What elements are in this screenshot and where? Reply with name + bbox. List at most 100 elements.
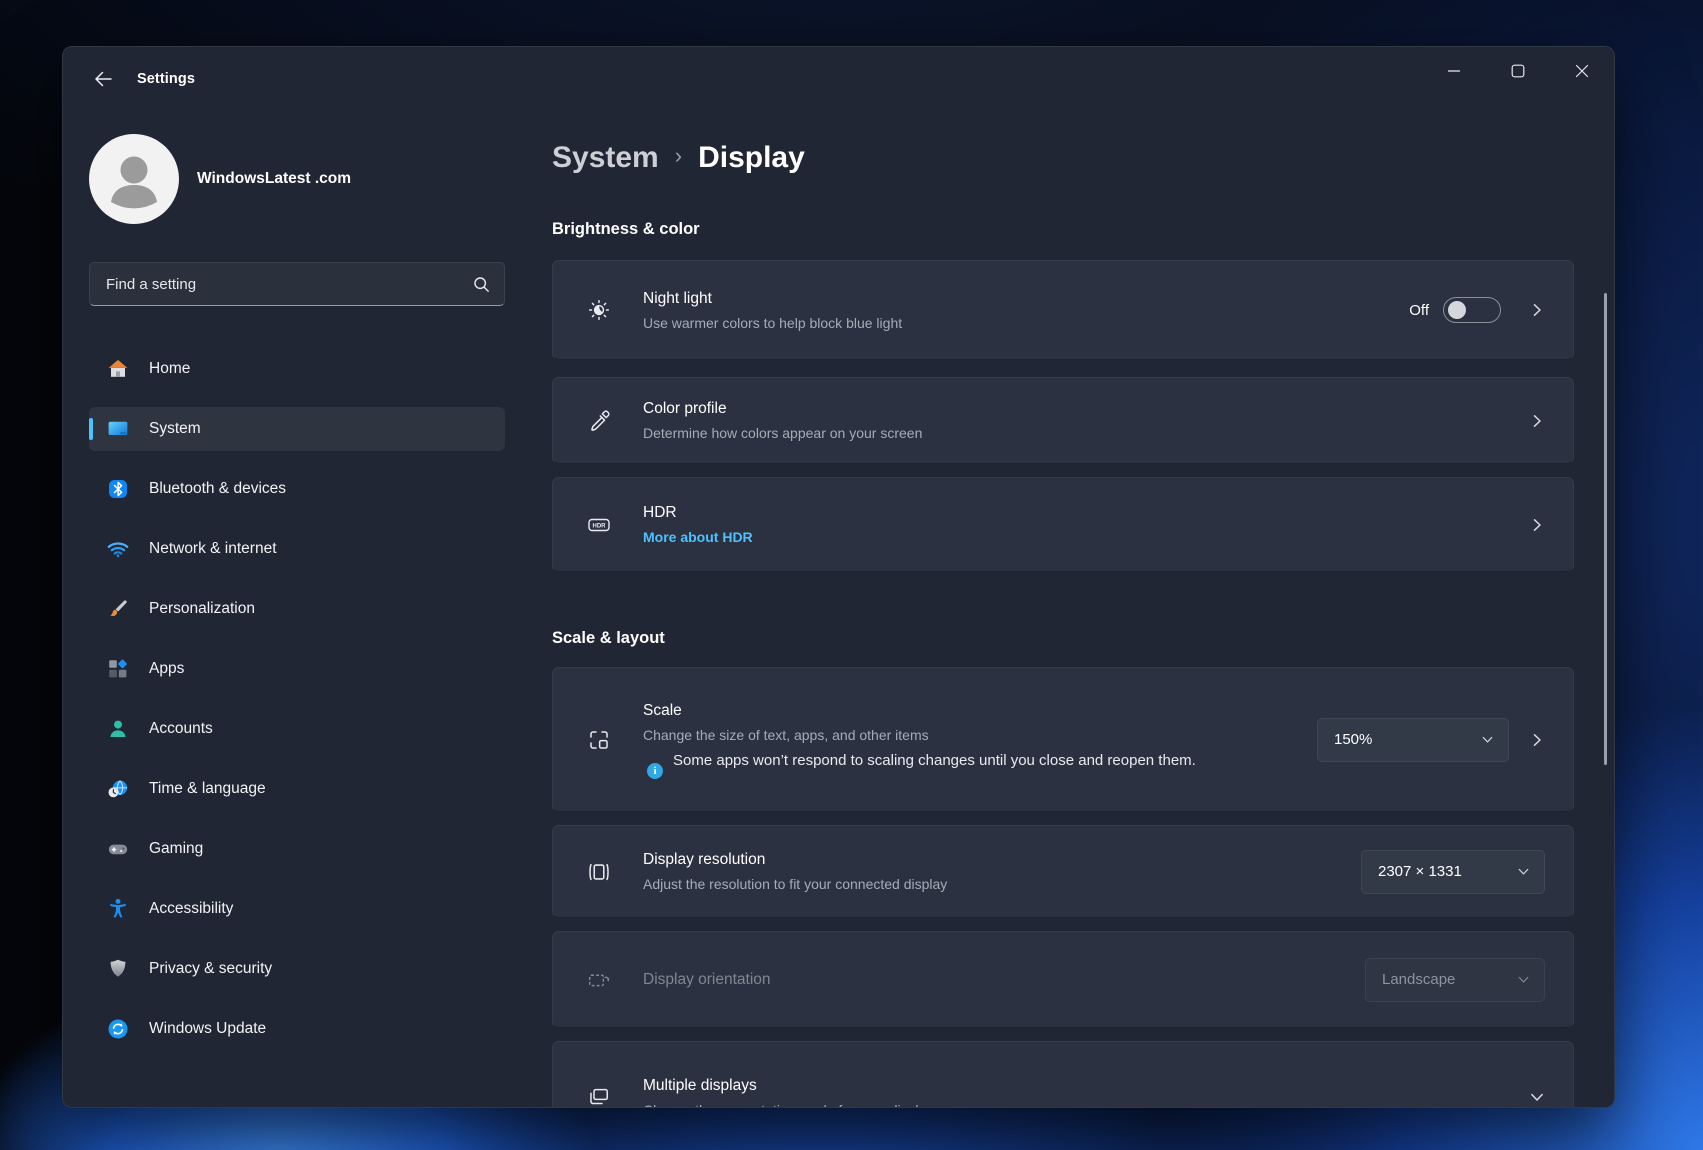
night-light-state: Off [1409, 302, 1429, 319]
color-profile-subtitle: Determine how colors appear on your scre… [643, 423, 1501, 443]
user-name: WindowsLatest .com [197, 170, 351, 188]
sidebar-item-time-language[interactable]: Time & language [89, 767, 505, 811]
sidebar-item-apps[interactable]: Apps [89, 647, 505, 691]
avatar [89, 134, 179, 224]
page-title: Display [698, 136, 805, 180]
settings-window: Settings WindowsLatest .com [62, 46, 1615, 1108]
multiple-displays-row[interactable]: Multiple displays Choose the presentatio… [552, 1041, 1574, 1108]
display-resolution-text: Display resolution Adjust the resolution… [643, 849, 1361, 894]
home-icon [105, 356, 131, 382]
chevron-down-icon [1529, 1089, 1545, 1105]
display-resolution-dropdown[interactable]: 2307 × 1331 [1361, 850, 1545, 894]
display-orientation-value: Landscape [1382, 971, 1455, 988]
minimize-button[interactable] [1422, 47, 1486, 95]
maximize-button[interactable] [1486, 47, 1550, 95]
scale-row[interactable]: Scale Change the size of text, apps, and… [552, 667, 1574, 812]
display-resolution-icon [581, 859, 617, 885]
multiple-displays-controls [1501, 1089, 1545, 1105]
chevron-right-icon [1529, 517, 1545, 533]
display-resolution-title: Display resolution [643, 849, 1361, 870]
scrollbar[interactable] [1604, 293, 1607, 765]
sidebar-item-bluetooth-devices[interactable]: Bluetooth & devices [89, 467, 505, 511]
night-light-row[interactable]: Night light Use warmer colors to help bl… [552, 260, 1574, 360]
chevron-right-icon [1529, 413, 1545, 429]
hdr-badge-text: HDR [593, 523, 607, 529]
user-account[interactable]: WindowsLatest .com [89, 134, 507, 224]
display-resolution-subtitle: Adjust the resolution to fit your connec… [643, 874, 1361, 894]
sidebar-item-label: Privacy & security [149, 960, 272, 978]
color-profile-text: Color profile Determine how colors appea… [643, 398, 1501, 443]
system-icon [105, 416, 131, 442]
sidebar-item-label: Gaming [149, 840, 203, 858]
scale-text: Scale Change the size of text, apps, and… [643, 700, 1317, 779]
titlebar: Settings [63, 47, 1614, 111]
sidebar-item-privacy-security[interactable]: Privacy & security [89, 947, 505, 991]
night-light-title: Night light [643, 288, 1409, 309]
sidebar-item-accessibility[interactable]: Accessibility [89, 887, 505, 931]
sidebar-item-personalization[interactable]: Personalization [89, 587, 505, 631]
sidebar-item-gaming[interactable]: Gaming [89, 827, 505, 871]
sidebar-item-home[interactable]: Home [89, 347, 505, 391]
chevron-down-icon [1517, 865, 1530, 878]
scale-subtitle: Change the size of text, apps, and other… [643, 725, 1317, 745]
hdr-title: HDR [643, 502, 1501, 523]
night-light-controls: Off [1409, 297, 1545, 323]
display-orientation-text: Display orientation [643, 969, 1365, 990]
hdr-text: HDR More about HDR [643, 502, 1501, 547]
night-light-text: Night light Use warmer colors to help bl… [643, 288, 1409, 333]
breadcrumb-system[interactable]: System [552, 136, 659, 180]
more-about-hdr-link[interactable]: More about HDR [643, 527, 753, 547]
wifi-icon [105, 536, 131, 562]
sidebar-item-label: Time & language [149, 780, 266, 798]
hdr-row[interactable]: HDR HDR More about HDR [552, 477, 1574, 572]
sidebar-item-windows-update[interactable]: Windows Update [89, 1007, 505, 1051]
display-resolution-row[interactable]: Display resolution Adjust the resolution… [552, 825, 1574, 918]
back-button[interactable] [85, 61, 121, 97]
paintbrush-icon [105, 596, 131, 622]
shield-icon [105, 956, 131, 982]
display-orientation-dropdown: Landscape [1365, 958, 1545, 1002]
windows-update-icon [105, 1016, 131, 1042]
section-scale-layout: Scale & layout [552, 628, 1572, 648]
multiple-displays-subtitle: Choose the presentation mode for your di… [643, 1100, 1501, 1109]
scale-note: i Some apps won’t respond to scaling cha… [643, 750, 1317, 779]
sidebar-item-accounts[interactable]: Accounts [89, 707, 505, 751]
caption-buttons [1422, 47, 1614, 95]
section-brightness-color: Brightness & color [552, 219, 1572, 239]
close-button[interactable] [1550, 47, 1614, 95]
close-icon [1575, 64, 1589, 78]
night-light-icon [581, 297, 617, 323]
scale-dropdown[interactable]: 150% [1317, 718, 1509, 762]
main-content: System › Display Brightness & color Nigh… [507, 111, 1614, 1107]
search-input[interactable] [106, 276, 473, 293]
sidebar-item-label: Apps [149, 660, 184, 678]
sidebar-item-label: Personalization [149, 600, 255, 618]
breadcrumb-separator-icon: › [675, 134, 682, 178]
night-light-toggle[interactable] [1443, 297, 1501, 323]
multiple-displays-icon [581, 1084, 617, 1108]
maximize-icon [1511, 64, 1525, 78]
sidebar-item-system[interactable]: System [89, 407, 505, 451]
scale-value: 150% [1334, 731, 1372, 748]
display-orientation-icon [581, 967, 617, 993]
multiple-displays-title: Multiple displays [643, 1075, 1501, 1096]
window-body: WindowsLatest .com Home [63, 111, 1614, 1107]
hdr-controls [1501, 517, 1545, 533]
chevron-down-icon [1481, 733, 1494, 746]
minimize-icon [1447, 64, 1461, 78]
bluetooth-icon [105, 476, 131, 502]
breadcrumb: System › Display [552, 136, 1572, 180]
chevron-right-icon [1529, 302, 1545, 318]
scale-title: Scale [643, 700, 1317, 721]
chevron-right-icon [1529, 732, 1545, 748]
color-profile-title: Color profile [643, 398, 1501, 419]
apps-icon [105, 656, 131, 682]
time-language-icon [105, 776, 131, 802]
sidebar-item-network-internet[interactable]: Network & internet [89, 527, 505, 571]
color-profile-row[interactable]: Color profile Determine how colors appea… [552, 377, 1574, 464]
sidebar-item-label: Accounts [149, 720, 213, 738]
selected-accent-pill [89, 418, 93, 440]
hdr-icon: HDR [581, 513, 617, 537]
search-box[interactable] [89, 262, 505, 306]
display-orientation-row: Display orientation Landscape [552, 931, 1574, 1028]
